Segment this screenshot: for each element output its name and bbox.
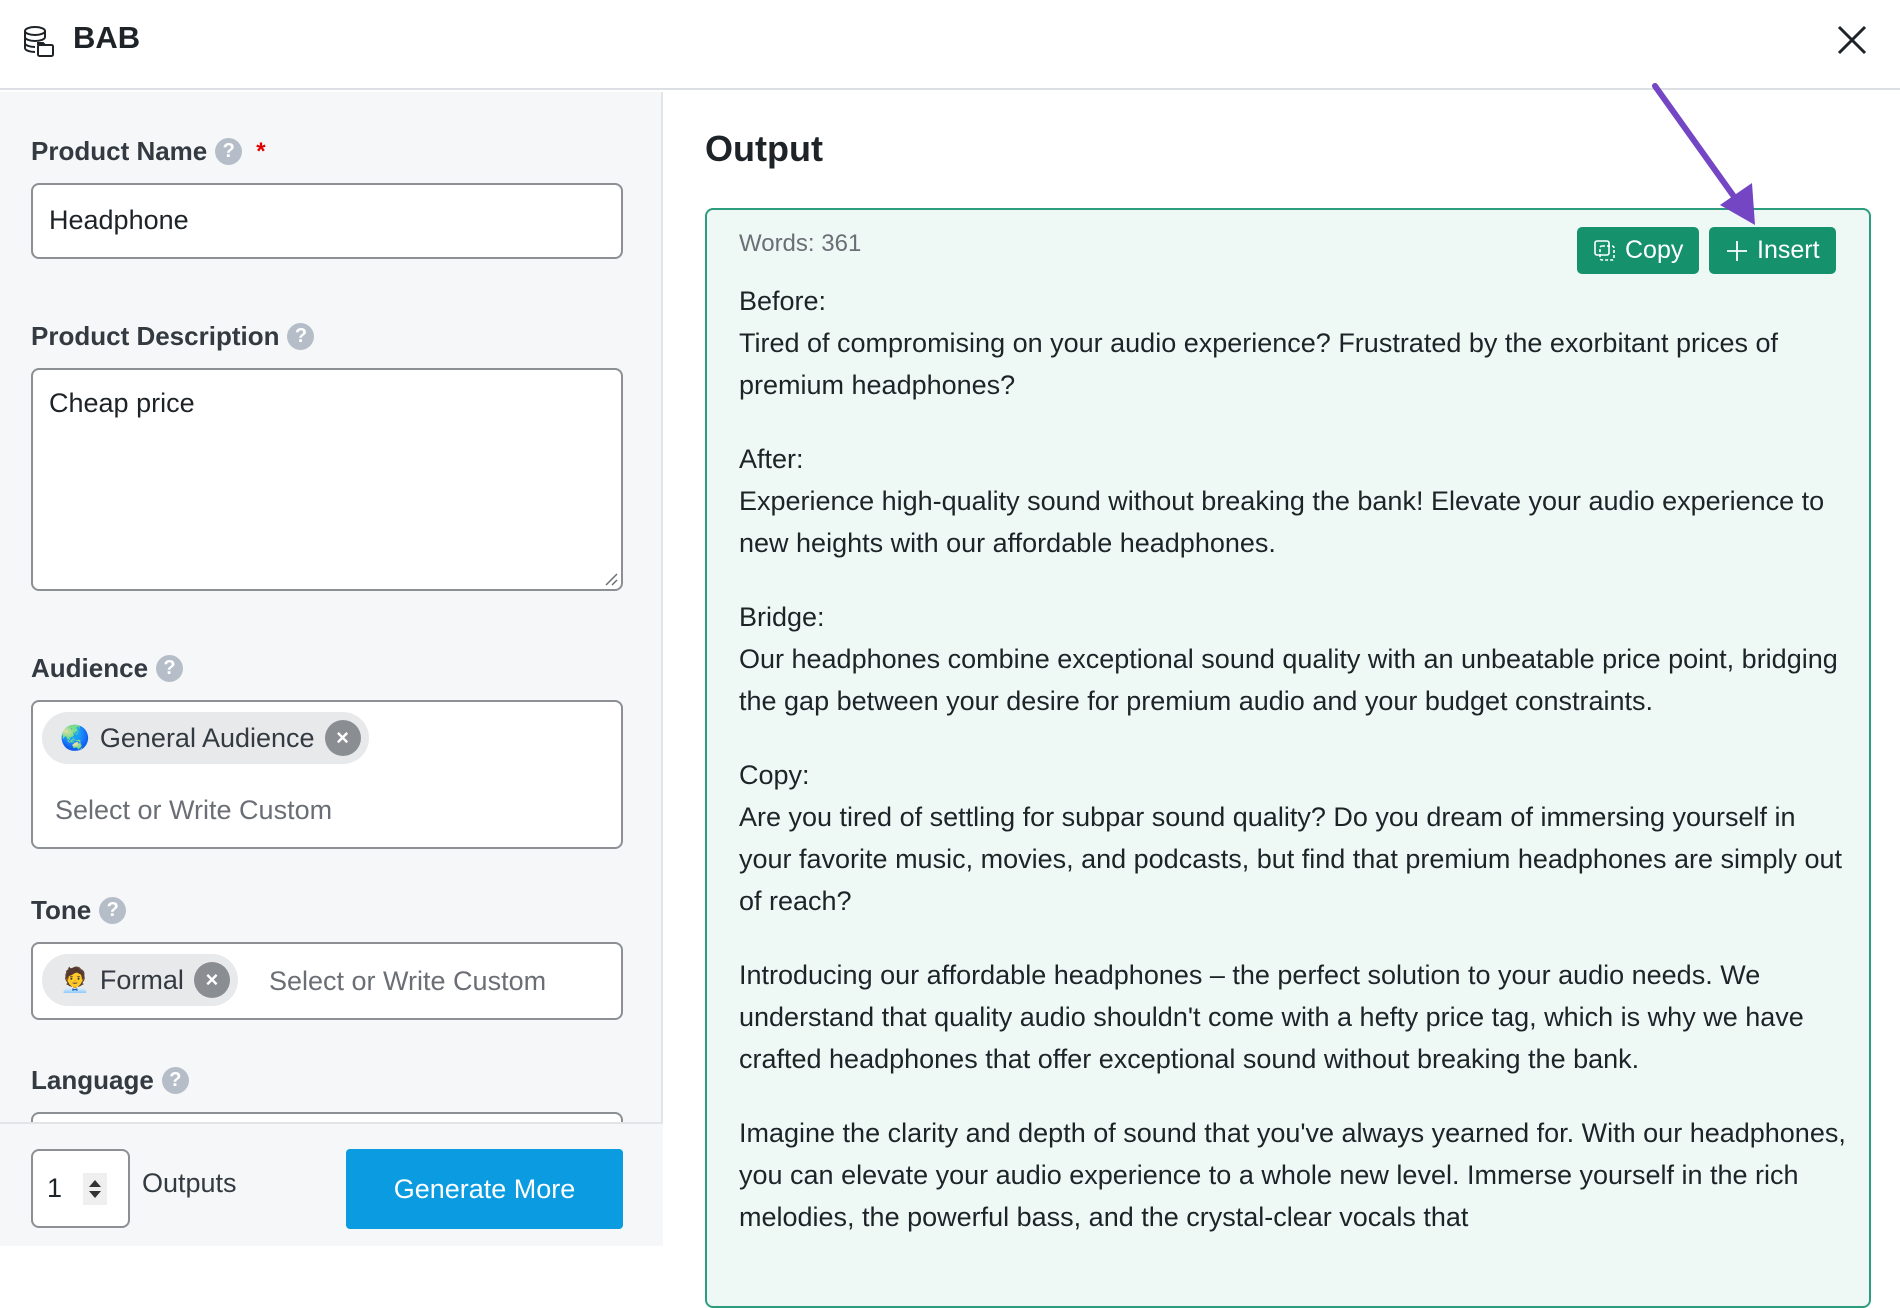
help-icon[interactable]: ? <box>161 1067 189 1094</box>
tone-label-text: Tone <box>31 895 92 925</box>
output-paragraph: Introducing our affordable headphones – … <box>739 954 1849 1080</box>
paragraph-text: Tired of compromising on your audio expe… <box>739 328 1779 400</box>
output-paragraph: Before: Tired of compromising on your aud… <box>739 280 1849 406</box>
tone-placeholder[interactable]: Select or Write Custom <box>269 966 546 997</box>
audience-label-text: Audience <box>31 653 149 683</box>
audience-chip-label: General Audience <box>99 722 315 753</box>
product-description-value: Cheap price <box>49 388 195 418</box>
output-text: Before: Tired of compromising on your aud… <box>739 280 1849 1270</box>
generate-more-button[interactable]: Generate More <box>346 1149 623 1229</box>
paragraph-heading: Before: <box>739 286 827 316</box>
outputs-count-input[interactable]: 1 <box>31 1149 130 1228</box>
paragraph-text: Introducing our affordable headphones – … <box>739 960 1804 1074</box>
paragraph-text: Imagine the clarity and depth of sound t… <box>739 1118 1846 1232</box>
output-paragraph: Copy: Are you tired of settling for subpa… <box>739 754 1849 922</box>
outputs-count-value: 1 <box>47 1173 63 1203</box>
product-name-label: Product Name ? * <box>31 136 266 167</box>
audience-label: Audience ? <box>31 653 184 684</box>
paragraph-text: Are you tired of settling for subpar sou… <box>739 802 1843 916</box>
generate-footer: 1 Outputs Generate More <box>0 1122 663 1246</box>
office-worker-icon: 🧑‍💼 <box>60 966 90 994</box>
copy-icon <box>1594 239 1615 261</box>
help-icon[interactable]: ? <box>287 323 315 350</box>
remove-chip-icon[interactable]: × <box>193 962 230 998</box>
output-paragraph: Bridge: Our headphones combine exceptiona… <box>739 596 1849 722</box>
output-paragraph: After: Experience high-quality sound with… <box>739 438 1849 564</box>
stepper-arrows-icon[interactable] <box>83 1173 107 1205</box>
product-description-textarea[interactable]: Cheap price <box>31 368 623 591</box>
word-count: Words: 361 <box>739 230 862 257</box>
tone-select[interactable]: 🧑‍💼 Formal × Select or Write Custom <box>31 942 623 1020</box>
tone-label: Tone ? <box>31 895 127 926</box>
insert-button-label: Insert <box>1757 236 1820 264</box>
audience-placeholder[interactable]: Select or Write Custom <box>55 795 332 826</box>
resize-handle-icon[interactable] <box>604 572 618 586</box>
copy-button-label: Copy <box>1625 236 1684 264</box>
help-icon[interactable]: ? <box>215 138 243 165</box>
audience-chip: 🌏 General Audience × <box>42 712 369 764</box>
help-icon[interactable]: ? <box>99 897 127 924</box>
output-panel: Output Words: 361 Copy Insert Before: Tir… <box>665 92 1900 1308</box>
required-marker: * <box>256 137 266 165</box>
product-description-label-text: Product Description <box>31 321 280 351</box>
output-card: Words: 361 Copy Insert Before: Tired of c… <box>705 208 1871 1308</box>
outputs-label: Outputs <box>142 1168 237 1198</box>
product-name-input[interactable]: Headphone <box>31 183 623 259</box>
input-panel: Product Name ? * Headphone Product Descr… <box>0 92 663 1246</box>
paragraph-heading: After: <box>739 444 804 474</box>
tone-chip-label: Formal <box>99 964 184 995</box>
remove-chip-icon[interactable]: × <box>324 720 361 756</box>
close-icon[interactable] <box>1834 22 1870 58</box>
paragraph-text: Experience high-quality sound without br… <box>739 486 1825 558</box>
product-description-label: Product Description ? <box>31 321 315 352</box>
audience-select[interactable]: 🌏 General Audience × Select or Write Cus… <box>31 700 623 849</box>
paragraph-text: Our headphones combine exceptional sound… <box>739 644 1838 716</box>
modal-title: BAB <box>73 20 141 55</box>
language-label: Language ? <box>31 1065 189 1096</box>
copy-button[interactable]: Copy <box>1577 227 1700 274</box>
product-name-value: Headphone <box>49 205 189 235</box>
modal-header: BAB <box>0 0 1900 90</box>
database-folder-icon <box>24 26 54 57</box>
help-icon[interactable]: ? <box>156 655 184 682</box>
product-name-label-text: Product Name <box>31 136 208 166</box>
tone-chip: 🧑‍💼 Formal × <box>42 954 238 1006</box>
language-label-text: Language <box>31 1065 154 1095</box>
globe-icon: 🌏 <box>60 724 90 752</box>
paragraph-heading: Copy: <box>739 760 810 790</box>
output-title: Output <box>705 128 823 169</box>
insert-button[interactable]: Insert <box>1709 227 1836 274</box>
paragraph-heading: Bridge: <box>739 602 825 632</box>
plus-icon <box>1727 240 1747 261</box>
output-paragraph: Imagine the clarity and depth of sound t… <box>739 1112 1849 1238</box>
